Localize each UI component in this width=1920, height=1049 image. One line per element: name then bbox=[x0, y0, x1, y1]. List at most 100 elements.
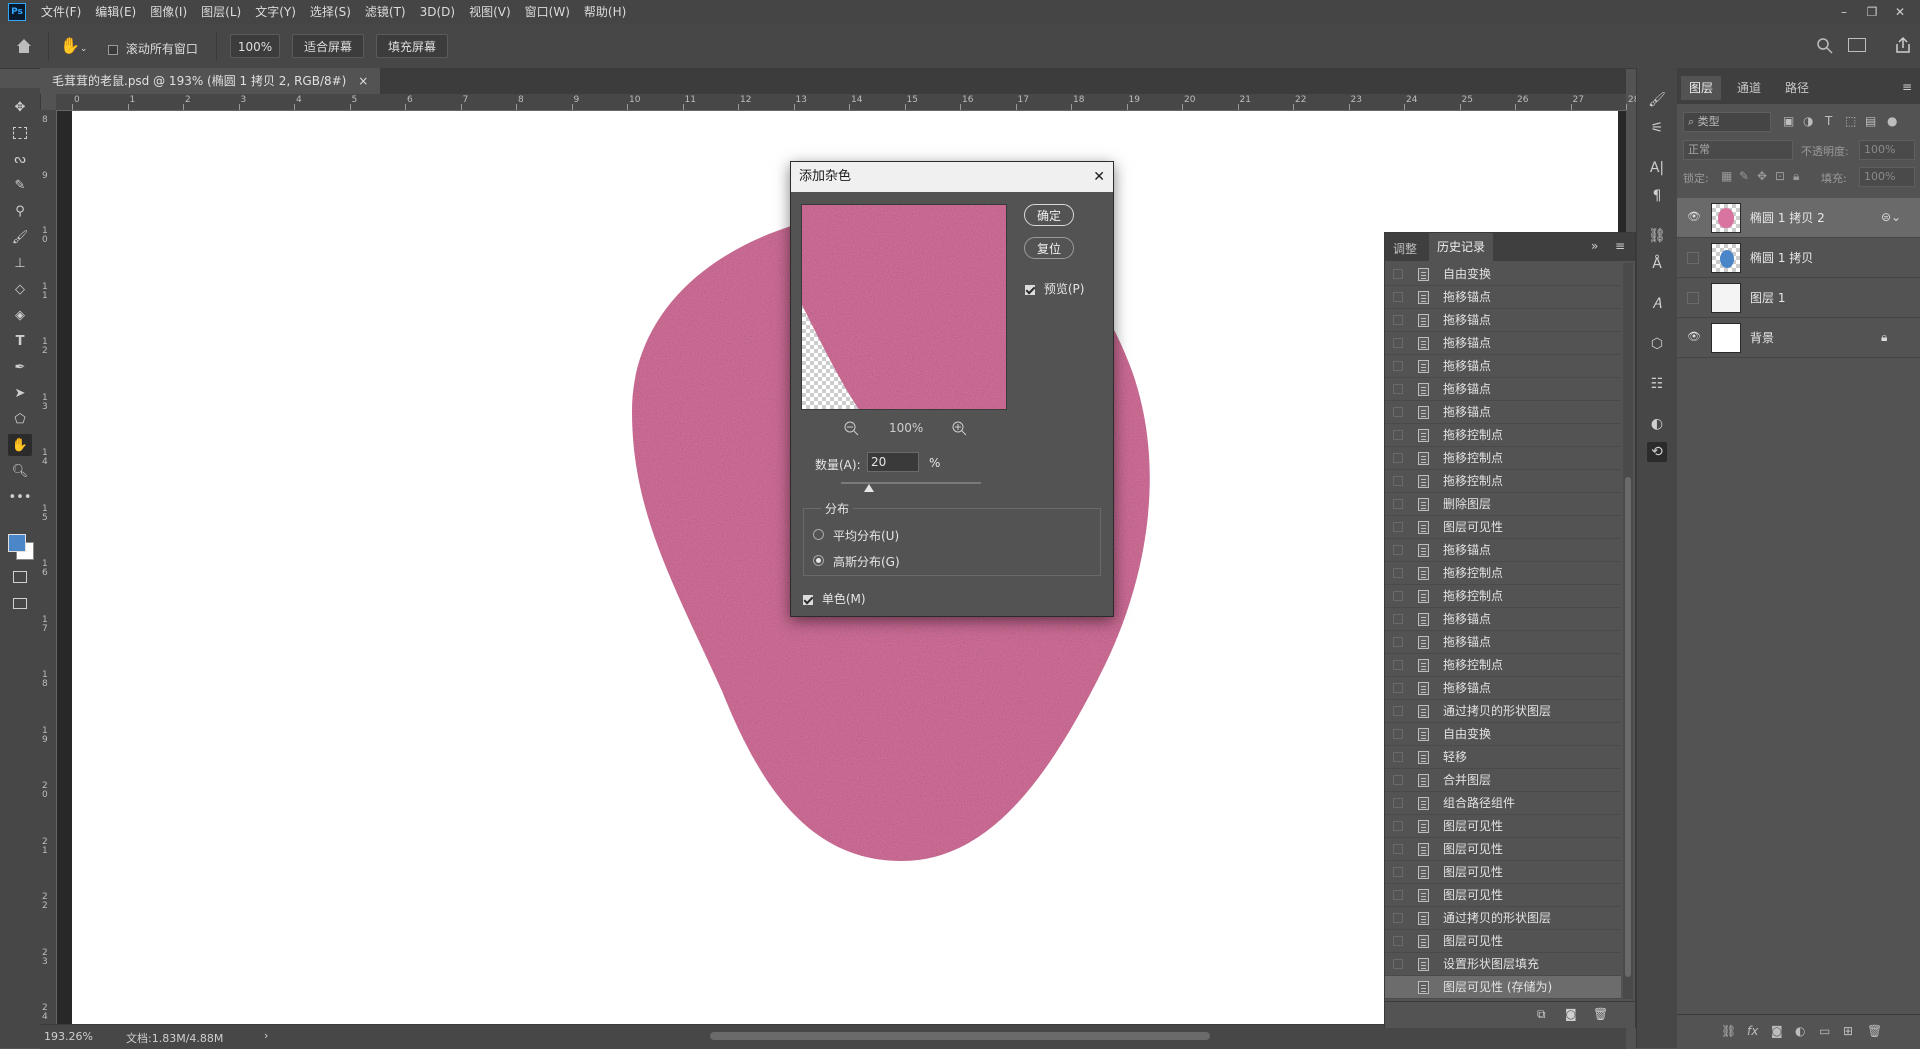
filter-shape-icon[interactable]: ⬚ bbox=[1845, 114, 1856, 128]
brush-presets-icon[interactable]: ⚟ bbox=[1647, 118, 1667, 138]
layer-name[interactable]: 椭圆 1 拷贝 bbox=[1750, 238, 1813, 278]
layer-name[interactable]: 背景 bbox=[1750, 318, 1774, 358]
history-source-box[interactable] bbox=[1393, 982, 1403, 992]
panel-collapse-icon[interactable]: » bbox=[1591, 239, 1598, 253]
history-source-box[interactable] bbox=[1393, 660, 1403, 670]
zoom-out-icon[interactable] bbox=[843, 420, 859, 436]
screen-mode-icon[interactable] bbox=[8, 592, 32, 614]
quick-select-icon[interactable]: ✎ bbox=[8, 174, 32, 196]
history-state-row[interactable]: 拖移控制点 bbox=[1385, 424, 1621, 447]
shape-icon[interactable]: ⬠ bbox=[8, 408, 32, 430]
menu-filter[interactable]: 滤镜(T) bbox=[358, 0, 413, 24]
visibility-eye-icon[interactable]: 👁︎ bbox=[1687, 211, 1701, 222]
history-state-row[interactable]: 组合路径组件 bbox=[1385, 792, 1621, 815]
layer-name[interactable]: 图层 1 bbox=[1750, 278, 1785, 318]
menu-image[interactable]: 图像(I) bbox=[143, 0, 194, 24]
zoom-100-button[interactable]: 100% bbox=[230, 34, 280, 58]
tab-channels[interactable]: 通道 bbox=[1729, 76, 1769, 100]
marquee-icon[interactable] bbox=[8, 122, 32, 144]
history-source-box[interactable] bbox=[1393, 637, 1403, 647]
layer-row[interactable]: 图层 1 bbox=[1677, 278, 1920, 318]
3d-icon[interactable]: ⬡ bbox=[1647, 334, 1667, 354]
history-state-row[interactable]: 拖移锚点 bbox=[1385, 631, 1621, 654]
link-layers-icon[interactable]: ⛓ bbox=[1721, 1024, 1736, 1038]
character-styles-icon[interactable]: 𝐴 bbox=[1647, 294, 1667, 314]
amount-slider-thumb[interactable] bbox=[864, 484, 874, 492]
history-source-box[interactable] bbox=[1393, 315, 1403, 325]
bucket-icon[interactable]: ◈ bbox=[8, 304, 32, 326]
minimize-button[interactable]: – bbox=[1830, 0, 1858, 24]
history-source-box[interactable] bbox=[1393, 959, 1403, 969]
status-arrow-icon[interactable]: › bbox=[264, 1029, 268, 1042]
history-source-box[interactable] bbox=[1393, 361, 1403, 371]
layer-row[interactable]: 👁︎ 椭圆 1 拷贝 2 ⊜⌄ bbox=[1677, 198, 1920, 238]
lock-artboard-icon[interactable]: ⊡ bbox=[1775, 169, 1785, 183]
visibility-eye-icon[interactable]: 👁︎ bbox=[1687, 331, 1701, 342]
close-window-button[interactable]: ✕ bbox=[1886, 0, 1914, 24]
history-state-row[interactable]: 拖移控制点 bbox=[1385, 585, 1621, 608]
blend-mode-select[interactable]: 正常 bbox=[1683, 140, 1793, 160]
history-source-box[interactable] bbox=[1393, 683, 1403, 693]
menu-view[interactable]: 视图(V) bbox=[462, 0, 518, 24]
history-source-box[interactable] bbox=[1393, 522, 1403, 532]
history-state-row[interactable]: 拖移控制点 bbox=[1385, 470, 1621, 493]
filter-pixel-icon[interactable]: ▣ bbox=[1783, 114, 1794, 128]
hand-tool-preset-icon[interactable]: ✋⌄ bbox=[60, 34, 94, 58]
history-state-row[interactable]: 删除图层 bbox=[1385, 493, 1621, 516]
pen-icon[interactable]: ✒ bbox=[8, 356, 32, 378]
history-state-row[interactable]: 拖移锚点 bbox=[1385, 539, 1621, 562]
zoom-in-icon[interactable] bbox=[951, 420, 967, 436]
history-state-row[interactable]: 图层可见性 bbox=[1385, 884, 1621, 907]
history-state-row[interactable]: 轻移 bbox=[1385, 746, 1621, 769]
history-source-box[interactable] bbox=[1393, 890, 1403, 900]
quick-mask-icon[interactable] bbox=[8, 566, 32, 588]
eraser-icon[interactable]: ◇ bbox=[8, 278, 32, 300]
menu-select[interactable]: 选择(S) bbox=[303, 0, 358, 24]
history-state-row[interactable]: 拖移锚点 bbox=[1385, 332, 1621, 355]
history-state-row[interactable]: 合并图层 bbox=[1385, 769, 1621, 792]
history-source-box[interactable] bbox=[1393, 729, 1403, 739]
menu-edit[interactable]: 编辑(E) bbox=[88, 0, 143, 24]
history-source-box[interactable] bbox=[1393, 591, 1403, 601]
fill-screen-button[interactable]: 填充屏幕 bbox=[376, 34, 448, 58]
history-state-row[interactable]: 拖移锚点 bbox=[1385, 378, 1621, 401]
filter-toggle-icon[interactable]: ● bbox=[1887, 114, 1897, 128]
history-state-row[interactable]: 拖移锚点 bbox=[1385, 677, 1621, 700]
history-panel-icon[interactable]: ⟲ bbox=[1647, 442, 1667, 462]
layer-row[interactable]: 椭圆 1 拷贝 bbox=[1677, 238, 1920, 278]
history-state-row[interactable]: 设置形状图层填充 bbox=[1385, 953, 1621, 976]
history-source-box[interactable] bbox=[1393, 913, 1403, 923]
menu-help[interactable]: 帮助(H) bbox=[577, 0, 633, 24]
tab-history[interactable]: 历史记录 bbox=[1429, 233, 1494, 261]
history-source-box[interactable] bbox=[1393, 269, 1403, 279]
search-icon[interactable] bbox=[1816, 37, 1834, 55]
history-state-row[interactable]: 图层可见性 bbox=[1385, 930, 1621, 953]
panel-menu-icon[interactable]: ≡ bbox=[1615, 239, 1625, 253]
history-source-box[interactable] bbox=[1393, 430, 1403, 440]
history-source-box[interactable] bbox=[1393, 568, 1403, 578]
fill-input[interactable]: 100% bbox=[1859, 167, 1915, 187]
history-source-box[interactable] bbox=[1393, 407, 1403, 417]
tab-layers[interactable]: 图层 bbox=[1681, 76, 1722, 100]
hand-icon[interactable]: ✋ bbox=[8, 434, 32, 456]
history-state-row[interactable]: 图层可见性 bbox=[1385, 516, 1621, 539]
workspace-icon[interactable] bbox=[1848, 38, 1866, 52]
history-source-box[interactable] bbox=[1393, 798, 1403, 808]
amount-slider-track[interactable] bbox=[841, 482, 981, 484]
dialog-close-icon[interactable]: ✕ bbox=[1093, 162, 1105, 192]
history-state-row[interactable]: 拖移控制点 bbox=[1385, 654, 1621, 677]
layer-style-icon[interactable]: fx bbox=[1747, 1024, 1758, 1038]
layer-row[interactable]: 👁︎ 背景 🔒︎ bbox=[1677, 318, 1920, 358]
glyphs-icon[interactable]: Å bbox=[1647, 254, 1667, 274]
history-source-box[interactable] bbox=[1393, 752, 1403, 762]
history-state-row[interactable]: 通过拷贝的形状图层 bbox=[1385, 907, 1621, 930]
paragraph-icon[interactable]: ¶ bbox=[1647, 186, 1667, 206]
delete-layer-icon[interactable]: 🗑︎ bbox=[1867, 1024, 1882, 1038]
history-source-box[interactable] bbox=[1393, 936, 1403, 946]
preview-checkbox[interactable] bbox=[1025, 284, 1035, 295]
character-icon[interactable]: A| bbox=[1647, 158, 1667, 178]
layer-link-icon[interactable]: ⊜⌄ bbox=[1881, 210, 1901, 224]
adjustments-icon[interactable]: ◐ bbox=[1647, 414, 1667, 434]
clone-source-icon[interactable]: ⛓ bbox=[1647, 226, 1667, 246]
menu-type[interactable]: 文字(Y) bbox=[248, 0, 303, 24]
